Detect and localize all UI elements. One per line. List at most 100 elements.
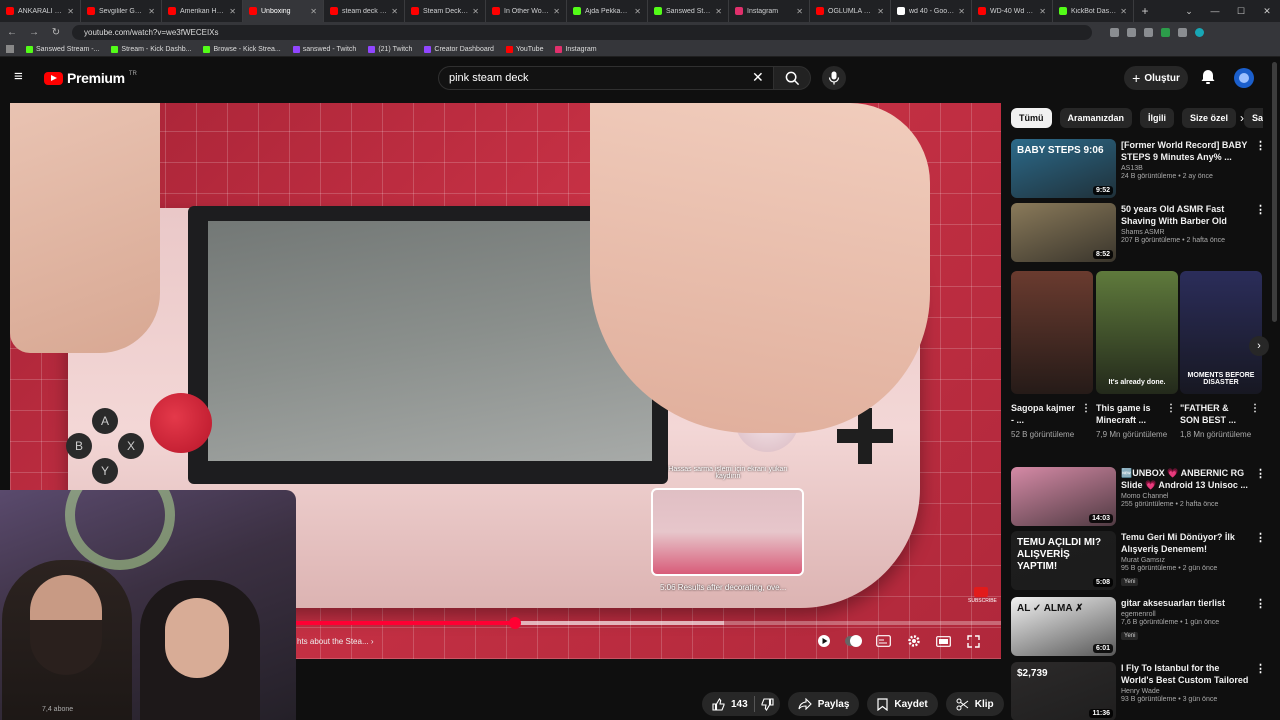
minimize-icon[interactable]: — [1202,0,1228,22]
page-scrollbar[interactable] [1272,62,1277,322]
tab-search-icon[interactable]: ⌄ [1176,0,1202,22]
bookmark-star-icon[interactable] [1144,27,1153,37]
bookmark-item[interactable]: Creator Dashboard [424,45,494,53]
url-field[interactable]: youtube.com/watch?v=we3fWECEIXs [72,24,1092,40]
fullscreen-icon[interactable] [965,633,982,649]
new-tab-button[interactable]: + [1134,0,1156,22]
bookmark-item[interactable]: Sanswed Stream -... [26,45,99,53]
autoplay-toggle[interactable] [845,633,862,649]
bookmark-item[interactable]: Browse - Kick Strea... [203,45,281,53]
extension-icon[interactable] [1161,27,1170,37]
share-button[interactable]: Paylaş [787,692,860,716]
thumbs-down-icon[interactable] [761,697,774,711]
video-thumbnail[interactable]: 14:03 [1011,467,1116,526]
short-title[interactable]: Sagopa kajmer - ... [1011,402,1079,426]
save-button[interactable]: Kaydet [867,692,938,716]
search-button[interactable] [773,66,811,90]
filter-chip[interactable]: İlgili [1140,108,1175,128]
shorts-next-chevron-icon[interactable]: › [1249,336,1269,356]
close-window-icon[interactable]: ✕ [1254,0,1280,22]
youtube-premium-logo[interactable]: Premium TR [44,70,137,86]
back-icon[interactable]: ← [6,27,18,38]
channel-name[interactable]: AS13B [1121,165,1251,172]
bookmark-item[interactable]: Stream - Kick Dashb... [111,45,191,53]
browser-tab[interactable]: ANKARALI BATMA✕ [0,0,81,22]
zoom-icon[interactable] [1110,27,1119,37]
autoplay-icon[interactable] [815,633,832,649]
close-tab-icon[interactable]: ✕ [553,7,560,16]
extension-icon[interactable] [1178,27,1187,37]
close-tab-icon[interactable]: ✕ [958,7,965,16]
filter-chip[interactable]: Size özel [1182,108,1237,128]
recommended-video[interactable]: BABY STEPS 9:06 9:52 [Former World Record]… [1011,139,1266,199]
clear-search-icon[interactable]: ✕ [752,70,764,84]
channel-name[interactable]: Murat Gamsız [1121,557,1251,564]
browser-tab[interactable]: KickBot Dashbo ✕ [1053,0,1134,22]
close-tab-icon[interactable]: ✕ [472,7,479,16]
video-title[interactable]: [Former World Record] BABY STEPS 9 Minut… [1121,139,1251,163]
browser-tab[interactable]: steam deck wind ✕ [324,0,405,22]
close-tab-icon[interactable]: ✕ [1120,7,1127,16]
video-title[interactable]: I Fly To Istanbul for the World's Best C… [1121,662,1251,686]
more-options-icon[interactable]: ⋮ [1250,403,1260,414]
browser-tab[interactable]: Instagram ✕ [729,0,810,22]
browser-tab[interactable]: Steam Deck ALM ✕ [405,0,486,22]
cast-icon[interactable] [1127,27,1136,37]
search-input[interactable]: pink steam deck [438,66,773,90]
recommended-video[interactable]: TEMU AÇILDI MI? ALIŞVERİŞ YAPTIM! 5:08 Tem… [1011,531,1266,591]
close-tab-icon[interactable]: ✕ [391,7,398,16]
recommended-video[interactable]: $2,739 11:36 I Fly To Istanbul for the Wor… [1011,662,1266,720]
video-thumbnail[interactable]: 8:52 [1011,203,1116,262]
video-thumbnail[interactable]: AL ✓ ALMA ✗ 6:01 [1011,597,1116,656]
bookmark-item[interactable]: Instagram [555,45,597,53]
short-video[interactable]: It's already done. This game is Minecraft… [1096,271,1178,440]
channel-name[interactable]: Shams ASMR [1121,229,1251,236]
thumbs-up-icon[interactable] [712,697,725,711]
bookmark-item[interactable]: (21) Twitch [368,45,412,53]
bookmark-item[interactable]: YouTube [505,45,543,53]
subtitles-icon[interactable] [875,633,892,649]
more-options-icon[interactable]: ⋮ [1255,467,1266,480]
more-options-icon[interactable]: ⋮ [1255,139,1266,152]
reload-icon[interactable]: ↻ [50,27,62,38]
close-tab-icon[interactable]: ✕ [67,7,74,16]
short-thumbnail[interactable]: It's already done. [1096,271,1178,394]
chapter-title[interactable]: hts about the Stea... › [297,637,374,646]
short-thumbnail[interactable]: MOMENTS BEFORE DISASTER [1180,271,1262,394]
close-tab-icon[interactable]: ✕ [715,7,722,16]
maximize-icon[interactable]: ☐ [1228,0,1254,22]
close-tab-icon[interactable]: ✕ [634,7,641,16]
filter-chip[interactable]: Aramanızdan [1059,108,1133,128]
filter-chip[interactable]: Tümü [1011,108,1052,128]
browser-tab[interactable]: Amerikan Hava K ✕ [162,0,243,22]
hamburger-menu-icon[interactable]: ≡ [14,69,30,85]
video-title[interactable]: Temu Geri Mi Dönüyor? İlk Alışveriş Dene… [1121,531,1251,555]
short-video[interactable]: Sagopa kajmer - ... 52 B görüntüleme ⋮ [1011,271,1093,440]
more-options-icon[interactable]: ⋮ [1255,597,1266,610]
account-avatar[interactable] [1234,68,1254,88]
video-title[interactable]: 50 years Old ASMR Fast Shaving With Barb… [1121,203,1251,227]
short-title[interactable]: "FATHER & SON BEST ... [1180,402,1248,426]
browser-tab[interactable]: Unboxing ✕ [243,0,324,22]
clip-button[interactable]: Klip [945,692,1004,716]
close-tab-icon[interactable]: ✕ [148,7,155,16]
forward-icon[interactable]: → [28,27,40,38]
browser-tab[interactable]: In Other Words ✕ [486,0,567,22]
close-tab-icon[interactable]: ✕ [229,7,236,16]
video-title[interactable]: gitar aksesuarları tierlist [1121,597,1251,609]
profile-icon[interactable] [1195,27,1204,37]
close-tab-icon[interactable]: ✕ [877,7,884,16]
browser-tab[interactable]: wd 40 - Google'd ✕ [891,0,972,22]
close-tab-icon[interactable]: ✕ [796,7,803,16]
more-options-icon[interactable]: ⋮ [1081,403,1091,414]
subscribe-watermark[interactable]: SUBSCRIBE [968,587,997,609]
browser-tab[interactable]: Ajda Pekkan cove ✕ [567,0,648,22]
theater-mode-icon[interactable] [935,633,952,649]
channel-name[interactable]: Henry Wade [1121,688,1251,695]
short-thumbnail[interactable] [1011,271,1093,394]
create-button[interactable]: + Oluştur [1124,66,1188,90]
recommended-video[interactable]: AL ✓ ALMA ✗ 6:01 gitar aksesuarları tierli… [1011,597,1266,657]
browser-tab[interactable]: Sevgililer Günü'n ✕ [81,0,162,22]
chevron-right-icon[interactable]: › [1240,111,1244,125]
like-count[interactable]: 143 [731,699,748,710]
